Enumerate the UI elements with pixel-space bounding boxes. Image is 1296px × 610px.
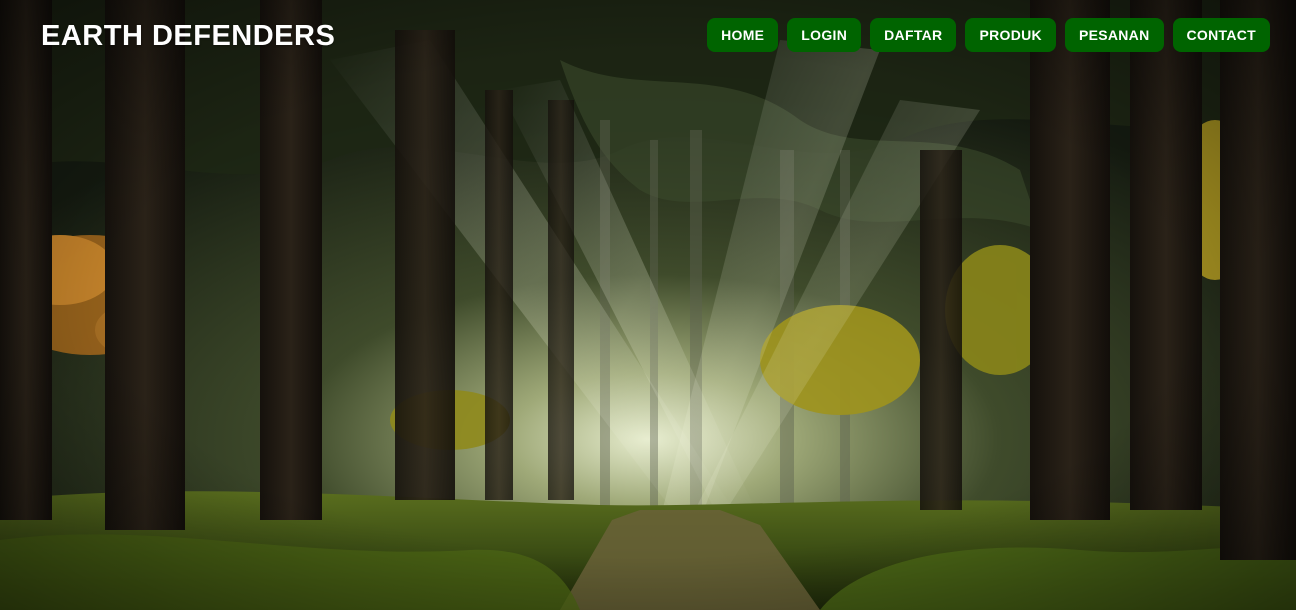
site-logo[interactable]: EARTH DEFENDERS — [41, 19, 335, 53]
hero-section: EARTH DEFENDERS HOME LOGIN DAFTAR PRODUK… — [0, 0, 1296, 610]
main-nav: HOME LOGIN DAFTAR PRODUK PESANAN CONTACT — [707, 18, 1270, 52]
nav-produk-button[interactable]: PRODUK — [965, 18, 1056, 52]
forest-background-image — [0, 0, 1296, 610]
nav-contact-button[interactable]: CONTACT — [1172, 18, 1270, 52]
nav-login-button[interactable]: LOGIN — [787, 18, 862, 52]
nav-home-button[interactable]: HOME — [707, 18, 779, 52]
nav-pesanan-button[interactable]: PESANAN — [1064, 18, 1164, 52]
site-header: EARTH DEFENDERS HOME LOGIN DAFTAR PRODUK… — [0, 0, 1296, 70]
nav-daftar-button[interactable]: DAFTAR — [870, 18, 957, 52]
